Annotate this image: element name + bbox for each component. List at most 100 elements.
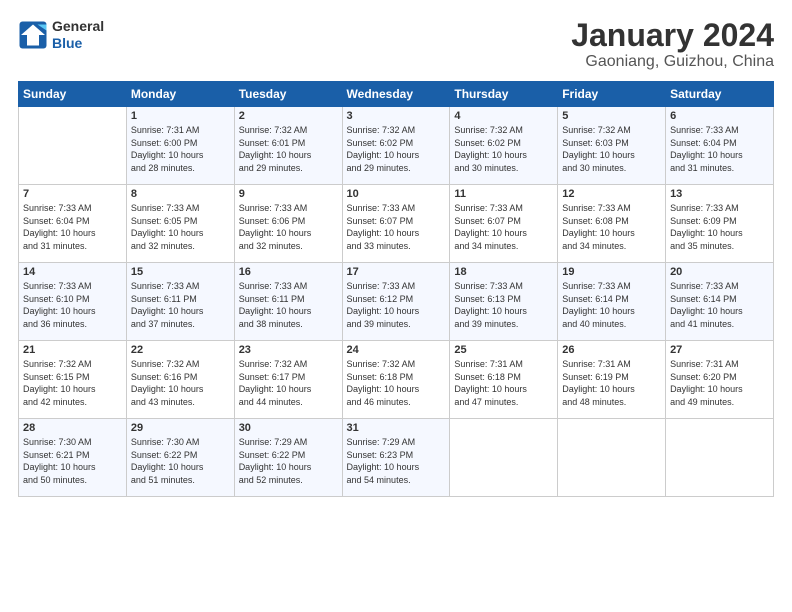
calendar-cell: 9 Sunrise: 7:33 AM Sunset: 6:06 PM Daylig…	[234, 185, 342, 263]
calendar-cell: 25 Sunrise: 7:31 AM Sunset: 6:18 PM Dayli…	[450, 341, 558, 419]
calendar-cell: 31Sunrise: 7:29 AM Sunset: 6:23 PM Dayli…	[342, 419, 450, 497]
calendar-cell: 12Sunrise: 7:33 AM Sunset: 6:08 PM Dayli…	[558, 185, 666, 263]
day-number: 16	[239, 266, 338, 278]
day-number: 25	[454, 344, 553, 356]
calendar-cell	[558, 419, 666, 497]
col-friday: Friday	[558, 82, 666, 107]
sub-title: Gaoniang, Guizhou, China	[571, 53, 774, 71]
calendar-cell: 10 Sunrise: 7:33 AM Sunset: 6:07 PM Dayli…	[342, 185, 450, 263]
col-thursday: Thursday	[450, 82, 558, 107]
day-info: Sunrise: 7:33 AM Sunset: 6:09 PM Dayligh…	[670, 202, 769, 252]
day-number: 6	[670, 110, 769, 122]
title-block: January 2024 Gaoniang, Guizhou, China	[571, 18, 774, 71]
day-number: 22	[131, 344, 230, 356]
day-info: Sunrise: 7:32 AM Sunset: 6:02 PM Dayligh…	[347, 124, 446, 174]
day-number: 18	[454, 266, 553, 278]
calendar-cell: 13 Sunrise: 7:33 AM Sunset: 6:09 PM Dayli…	[666, 185, 774, 263]
day-info: Sunrise: 7:30 AM Sunset: 6:21 PM Dayligh…	[23, 436, 122, 486]
day-info: Sunrise: 7:31 AM Sunset: 6:00 PM Dayligh…	[131, 124, 230, 174]
day-number: 26	[562, 344, 661, 356]
calendar-week-5: 28Sunrise: 7:30 AM Sunset: 6:21 PM Dayli…	[19, 419, 774, 497]
calendar-header: Sunday Monday Tuesday Wednesday Thursday…	[19, 82, 774, 107]
col-wednesday: Wednesday	[342, 82, 450, 107]
header: General Blue January 2024 Gaoniang, Guiz…	[18, 18, 774, 71]
col-tuesday: Tuesday	[234, 82, 342, 107]
day-info: Sunrise: 7:33 AM Sunset: 6:07 PM Dayligh…	[454, 202, 553, 252]
calendar-cell	[19, 107, 127, 185]
day-number: 5	[562, 110, 661, 122]
day-number: 27	[670, 344, 769, 356]
logo-icon	[18, 20, 48, 50]
day-info: Sunrise: 7:33 AM Sunset: 6:11 PM Dayligh…	[239, 280, 338, 330]
day-info: Sunrise: 7:33 AM Sunset: 6:05 PM Dayligh…	[131, 202, 230, 252]
day-info: Sunrise: 7:31 AM Sunset: 6:20 PM Dayligh…	[670, 358, 769, 408]
calendar-cell: 29Sunrise: 7:30 AM Sunset: 6:22 PM Dayli…	[126, 419, 234, 497]
day-number: 23	[239, 344, 338, 356]
day-info: Sunrise: 7:31 AM Sunset: 6:18 PM Dayligh…	[454, 358, 553, 408]
calendar-cell	[666, 419, 774, 497]
day-info: Sunrise: 7:29 AM Sunset: 6:22 PM Dayligh…	[239, 436, 338, 486]
day-number: 20	[670, 266, 769, 278]
day-number: 11	[454, 188, 553, 200]
calendar-week-4: 21 Sunrise: 7:32 AM Sunset: 6:15 PM Dayli…	[19, 341, 774, 419]
day-info: Sunrise: 7:33 AM Sunset: 6:13 PM Dayligh…	[454, 280, 553, 330]
calendar-cell: 2 Sunrise: 7:32 AM Sunset: 6:01 PM Daylig…	[234, 107, 342, 185]
day-number: 1	[131, 110, 230, 122]
day-info: Sunrise: 7:33 AM Sunset: 6:12 PM Dayligh…	[347, 280, 446, 330]
day-number: 17	[347, 266, 446, 278]
day-number: 8	[131, 188, 230, 200]
calendar-cell: 30 Sunrise: 7:29 AM Sunset: 6:22 PM Dayli…	[234, 419, 342, 497]
main-title: January 2024	[571, 18, 774, 53]
day-number: 10	[347, 188, 446, 200]
calendar-cell: 7 Sunrise: 7:33 AM Sunset: 6:04 PM Daylig…	[19, 185, 127, 263]
day-number: 2	[239, 110, 338, 122]
day-info: Sunrise: 7:33 AM Sunset: 6:06 PM Dayligh…	[239, 202, 338, 252]
calendar-cell: 14 Sunrise: 7:33 AM Sunset: 6:10 PM Dayli…	[19, 263, 127, 341]
calendar-cell: 16 Sunrise: 7:33 AM Sunset: 6:11 PM Dayli…	[234, 263, 342, 341]
day-number: 9	[239, 188, 338, 200]
calendar-cell: 20Sunrise: 7:33 AM Sunset: 6:14 PM Dayli…	[666, 263, 774, 341]
day-info: Sunrise: 7:33 AM Sunset: 6:08 PM Dayligh…	[562, 202, 661, 252]
day-info: Sunrise: 7:32 AM Sunset: 6:03 PM Dayligh…	[562, 124, 661, 174]
calendar-cell: 1 Sunrise: 7:31 AM Sunset: 6:00 PM Daylig…	[126, 107, 234, 185]
day-info: Sunrise: 7:32 AM Sunset: 6:16 PM Dayligh…	[131, 358, 230, 408]
calendar-cell: 22 Sunrise: 7:32 AM Sunset: 6:16 PM Dayli…	[126, 341, 234, 419]
day-number: 14	[23, 266, 122, 278]
day-number: 24	[347, 344, 446, 356]
calendar-cell: 5 Sunrise: 7:32 AM Sunset: 6:03 PM Daylig…	[558, 107, 666, 185]
day-info: Sunrise: 7:32 AM Sunset: 6:15 PM Dayligh…	[23, 358, 122, 408]
calendar-week-3: 14 Sunrise: 7:33 AM Sunset: 6:10 PM Dayli…	[19, 263, 774, 341]
calendar-body: 1 Sunrise: 7:31 AM Sunset: 6:00 PM Daylig…	[19, 107, 774, 497]
col-saturday: Saturday	[666, 82, 774, 107]
calendar-cell: 3 Sunrise: 7:32 AM Sunset: 6:02 PM Daylig…	[342, 107, 450, 185]
page: General Blue January 2024 Gaoniang, Guiz…	[0, 0, 792, 612]
day-info: Sunrise: 7:32 AM Sunset: 6:02 PM Dayligh…	[454, 124, 553, 174]
day-info: Sunrise: 7:33 AM Sunset: 6:04 PM Dayligh…	[670, 124, 769, 174]
calendar-cell: 15Sunrise: 7:33 AM Sunset: 6:11 PM Dayli…	[126, 263, 234, 341]
day-info: Sunrise: 7:33 AM Sunset: 6:10 PM Dayligh…	[23, 280, 122, 330]
day-info: Sunrise: 7:33 AM Sunset: 6:04 PM Dayligh…	[23, 202, 122, 252]
calendar-cell: 18 Sunrise: 7:33 AM Sunset: 6:13 PM Dayli…	[450, 263, 558, 341]
logo: General Blue	[18, 18, 104, 52]
calendar-week-1: 1 Sunrise: 7:31 AM Sunset: 6:00 PM Daylig…	[19, 107, 774, 185]
day-number: 13	[670, 188, 769, 200]
calendar-cell: 4Sunrise: 7:32 AM Sunset: 6:02 PM Daylig…	[450, 107, 558, 185]
calendar-cell	[450, 419, 558, 497]
day-number: 21	[23, 344, 122, 356]
day-info: Sunrise: 7:33 AM Sunset: 6:07 PM Dayligh…	[347, 202, 446, 252]
calendar-week-2: 7 Sunrise: 7:33 AM Sunset: 6:04 PM Daylig…	[19, 185, 774, 263]
day-number: 30	[239, 422, 338, 434]
day-number: 7	[23, 188, 122, 200]
day-info: Sunrise: 7:30 AM Sunset: 6:22 PM Dayligh…	[131, 436, 230, 486]
calendar-cell: 21 Sunrise: 7:32 AM Sunset: 6:15 PM Dayli…	[19, 341, 127, 419]
calendar-cell: 26 Sunrise: 7:31 AM Sunset: 6:19 PM Dayli…	[558, 341, 666, 419]
calendar-cell: 17 Sunrise: 7:33 AM Sunset: 6:12 PM Dayli…	[342, 263, 450, 341]
logo-text: General Blue	[52, 18, 104, 52]
day-info: Sunrise: 7:32 AM Sunset: 6:01 PM Dayligh…	[239, 124, 338, 174]
calendar-cell: 28Sunrise: 7:30 AM Sunset: 6:21 PM Dayli…	[19, 419, 127, 497]
day-number: 3	[347, 110, 446, 122]
calendar-cell: 11 Sunrise: 7:33 AM Sunset: 6:07 PM Dayli…	[450, 185, 558, 263]
day-info: Sunrise: 7:31 AM Sunset: 6:19 PM Dayligh…	[562, 358, 661, 408]
col-sunday: Sunday	[19, 82, 127, 107]
day-info: Sunrise: 7:32 AM Sunset: 6:18 PM Dayligh…	[347, 358, 446, 408]
